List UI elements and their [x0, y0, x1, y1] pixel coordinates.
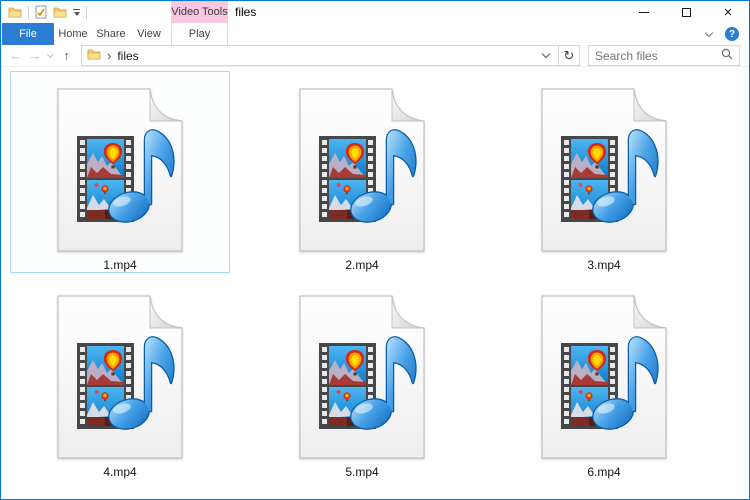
quick-access-toolbar: [1, 1, 87, 23]
tab-file[interactable]: File: [2, 23, 54, 45]
contextual-tab-group-video-tools: Video Tools: [171, 1, 228, 23]
search-icon: [721, 47, 733, 65]
help-icon[interactable]: ?: [725, 27, 739, 41]
mp4-file-icon: [57, 295, 183, 459]
address-box[interactable]: › files: [81, 45, 559, 66]
mp4-file-icon: [299, 88, 425, 252]
file-item[interactable]: 2.mp4: [252, 71, 472, 273]
breadcrumb-location[interactable]: files: [117, 49, 138, 63]
breadcrumb-folder-icon: [87, 47, 101, 65]
file-label: 6.mp4: [587, 465, 621, 479]
maximize-button[interactable]: [665, 1, 707, 23]
minimize-icon: [639, 11, 649, 13]
explorer-folder-icon: [8, 6, 22, 18]
file-label: 5.mp4: [345, 465, 379, 479]
mp4-file-icon: [299, 295, 425, 459]
address-bar: ← → ↑ › files ↻: [1, 45, 749, 67]
refresh-icon[interactable]: ↻: [559, 45, 580, 66]
minimize-button[interactable]: [623, 1, 665, 23]
ribbon-tabs: File Home Share View Play ?: [1, 23, 749, 45]
maximize-icon: [681, 7, 691, 17]
toolbar-separator: [28, 5, 29, 19]
tab-play[interactable]: Play: [171, 23, 228, 45]
mp4-file-icon: [541, 88, 667, 252]
properties-icon[interactable]: [35, 5, 47, 19]
close-icon: ×: [723, 3, 733, 21]
new-folder-icon[interactable]: [53, 6, 67, 18]
search-box[interactable]: [588, 45, 740, 66]
file-label: 2.mp4: [345, 258, 379, 272]
file-label: 1.mp4: [103, 258, 137, 272]
window-title: files: [235, 5, 257, 19]
breadcrumb-chevron-icon[interactable]: ›: [107, 48, 111, 63]
explorer-window: Video Tools files × File Home Share View…: [0, 0, 750, 500]
file-item[interactable]: 6.mp4: [494, 278, 714, 480]
file-item[interactable]: 3.mp4: [494, 71, 714, 273]
tab-home[interactable]: Home: [54, 23, 92, 45]
file-label: 3.mp4: [587, 258, 621, 272]
file-item[interactable]: 4.mp4: [10, 278, 230, 480]
tab-view[interactable]: View: [130, 23, 168, 45]
file-item[interactable]: 5.mp4: [252, 278, 472, 480]
mp4-file-icon: [541, 295, 667, 459]
file-item[interactable]: 1.mp4: [10, 71, 230, 273]
collapse-ribbon-icon[interactable]: [704, 28, 714, 37]
customize-quick-access-icon[interactable]: [73, 8, 80, 16]
file-grid: 1.mp4 2.mp4 3.mp4 4.mp4 5.mp4 6.mp4: [1, 67, 749, 499]
up-icon[interactable]: ↑: [57, 49, 76, 62]
address-dropdown-icon[interactable]: [539, 49, 553, 59]
mp4-file-icon: [57, 88, 183, 252]
forward-icon[interactable]: →: [25, 49, 44, 62]
recent-locations-icon[interactable]: [44, 50, 57, 59]
title-bar: Video Tools files ×: [1, 1, 749, 23]
toolbar-separator: [86, 5, 87, 19]
ribbon-right-controls: ?: [704, 23, 739, 45]
search-input[interactable]: [595, 48, 721, 63]
file-label: 4.mp4: [103, 465, 137, 479]
caption-buttons: ×: [623, 1, 749, 23]
tab-share[interactable]: Share: [92, 23, 130, 45]
back-icon[interactable]: ←: [6, 49, 25, 62]
close-button[interactable]: ×: [707, 1, 749, 23]
